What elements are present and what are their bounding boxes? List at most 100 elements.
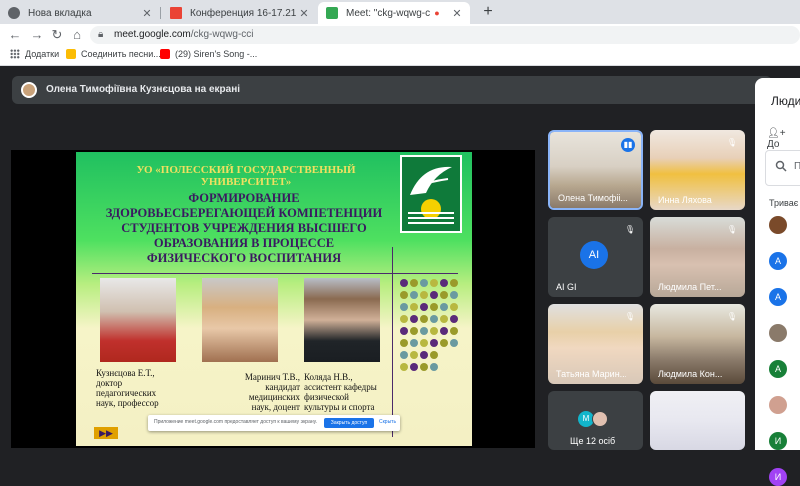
shared-slide: УО «ПОЛЕССКИЙ ГОСУДАРСТВЕННЫЙ УНИВЕРСИТЕ… — [76, 152, 472, 446]
decorative-dot — [400, 291, 408, 299]
close-icon[interactable]: ✕ — [450, 7, 464, 20]
photo-marinich — [202, 278, 278, 362]
participant-tile[interactable]: ▮▮ Олена Тимофіі... — [548, 130, 643, 210]
slide-title-line: ОБРАЗОВАНИЯ В ПРОЦЕССЕ — [153, 236, 335, 250]
decorative-dot — [440, 327, 448, 335]
caption-line: медицинских — [248, 392, 300, 402]
decorative-dot — [430, 327, 438, 335]
bookmark-apps[interactable]: Додатки — [10, 49, 59, 59]
caption-line: кандидат — [265, 382, 300, 392]
decorative-dot — [400, 363, 408, 371]
participant-avatar[interactable]: A — [769, 360, 787, 378]
decorative-dot — [430, 363, 438, 371]
participant-name: Людмила Кон... — [658, 369, 723, 379]
decorative-dot — [410, 315, 418, 323]
tab-conference-mail[interactable]: Конференция 16-17.21 - gnatyuk ✕ — [162, 2, 317, 24]
participant-tile[interactable]: AI 🎙︎ AI GI — [548, 217, 643, 297]
decorative-dot — [450, 303, 458, 311]
decorative-dot — [430, 291, 438, 299]
decorative-dot — [420, 339, 428, 347]
decorative-dot — [430, 279, 438, 287]
tab-divider — [160, 7, 161, 19]
caption-line: наук, профессор — [96, 398, 159, 408]
youtube-icon — [160, 49, 170, 59]
stop-sharing-button[interactable]: Закрыть доступ — [324, 418, 374, 428]
chrome-icon — [8, 7, 20, 19]
decorative-dot — [400, 303, 408, 311]
caption-line: Кузнєцова Е.Т., — [96, 368, 155, 378]
tab-strip: Нова вкладка ✕ Конференция 16-17.21 - gn… — [0, 0, 800, 24]
hide-notice-link[interactable]: Скрыть — [379, 419, 396, 425]
reload-icon[interactable]: ↻ — [48, 26, 66, 44]
new-tab-button[interactable]: + — [478, 2, 498, 22]
people-search-input[interactable]: П — [765, 150, 800, 186]
search-placeholder: П — [794, 161, 800, 172]
caption-line: наук, доцент — [251, 402, 300, 412]
slide-title-line: ЗДОРОВЬЕСБЕРЕГАЮЩЕЙ КОМПЕТЕНЦИИ — [105, 206, 383, 220]
close-icon[interactable]: ✕ — [297, 7, 311, 20]
bookmark-label: Соединить песни... — [81, 49, 161, 59]
decorative-dot — [430, 303, 438, 311]
back-icon[interactable]: ← — [6, 26, 24, 44]
gmail-icon — [170, 7, 182, 19]
photo-kolyada — [304, 278, 380, 362]
participant-tile[interactable]: 🎙︎ Людмила Кон... — [650, 304, 745, 384]
caption-line: Коляда Н.В., — [304, 372, 353, 382]
participant-tile[interactable]: 🎙︎ Татьяна Марин... — [548, 304, 643, 384]
participant-tile[interactable]: 🎙︎ Инна Ляхова — [650, 130, 745, 210]
caption-line: ассистент кафедры — [304, 382, 377, 392]
decorative-dot — [400, 279, 408, 287]
participant-avatar[interactable]: И — [769, 432, 787, 450]
tab-title: Meet: "ckg-wqwg-cci" — [346, 7, 430, 19]
university-logo — [400, 155, 462, 233]
slide-title-line: СТУДЕНТОВ УЧРЕЖДЕНИЯ ВЫСШЕГО — [121, 221, 367, 235]
participant-tile[interactable] — [650, 391, 745, 450]
home-icon[interactable]: ⌂ — [68, 26, 86, 44]
decorative-dot — [440, 303, 448, 311]
decorative-dot — [400, 339, 408, 347]
bookmark-youtube[interactable]: (29) Siren's Song -... — [160, 49, 257, 59]
tab-title: Нова вкладка — [28, 7, 92, 19]
notice-text: Приложение meet.google.com предоставляет… — [154, 419, 318, 425]
add-people-button[interactable]: 👤︎+ До — [767, 128, 800, 150]
address-bar[interactable]: 🔒︎ meet.google.com/ckg-wqwg-cci — [90, 26, 800, 44]
decorative-dot — [450, 315, 458, 323]
participant-avatar[interactable] — [769, 324, 787, 342]
mic-off-icon: 🎙︎ — [624, 225, 636, 234]
participant-avatar[interactable]: И — [769, 468, 787, 486]
decorative-dot — [410, 279, 418, 287]
decorative-dot — [420, 315, 428, 323]
decorative-dot — [450, 339, 458, 347]
more-participants-tile[interactable]: М Ще 12 осіб — [548, 391, 643, 450]
slide-next-arrows: ▶▶ — [94, 427, 118, 439]
decorative-dot — [420, 327, 428, 335]
caption-line: культуры и спорта — [304, 402, 375, 412]
participant-name: Людмила Пет... — [658, 282, 722, 292]
participant-avatar[interactable]: A — [769, 252, 787, 270]
participant-avatar: AI — [580, 241, 608, 269]
caption-line: физической — [304, 392, 349, 402]
bookmark-song[interactable]: Соединить песни... — [66, 49, 161, 59]
tab-new-tab[interactable]: Нова вкладка ✕ — [0, 2, 160, 24]
participant-avatar[interactable]: A — [769, 288, 787, 306]
people-panel-title: Люди — [771, 94, 800, 108]
caption-marinich: Маринич Т.В., кандидат медицинских наук,… — [216, 372, 300, 412]
participant-avatar[interactable] — [769, 396, 787, 414]
participant-name: AI GI — [556, 282, 577, 292]
participant-avatar[interactable] — [769, 216, 787, 234]
tab-meet[interactable]: Meet: "ckg-wqwg-cci" ● ✕ — [318, 2, 470, 24]
mic-off-icon: 🎙︎ — [726, 312, 738, 321]
slide-divider — [92, 273, 458, 274]
forward-icon[interactable]: → — [28, 26, 46, 44]
close-icon[interactable]: ✕ — [140, 7, 154, 20]
decorative-dot — [410, 339, 418, 347]
participant-tile[interactable]: 🎙︎ Людмила Пет... — [650, 217, 745, 297]
slide-title-line: ФИЗИЧЕСКОГО ВОСПИТАНИЯ — [146, 251, 342, 265]
lock-icon: 🔒︎ — [98, 29, 104, 40]
more-participants-label: Ще 12 осіб — [570, 436, 616, 446]
apps-grid-icon — [10, 49, 20, 59]
caption-kuznetsova: Кузнєцова Е.Т., доктор педагогических на… — [96, 368, 159, 408]
mic-off-icon: 🎙︎ — [726, 225, 738, 234]
caption-line: Маринич Т.В., — [244, 372, 300, 382]
decorative-dot — [410, 327, 418, 335]
